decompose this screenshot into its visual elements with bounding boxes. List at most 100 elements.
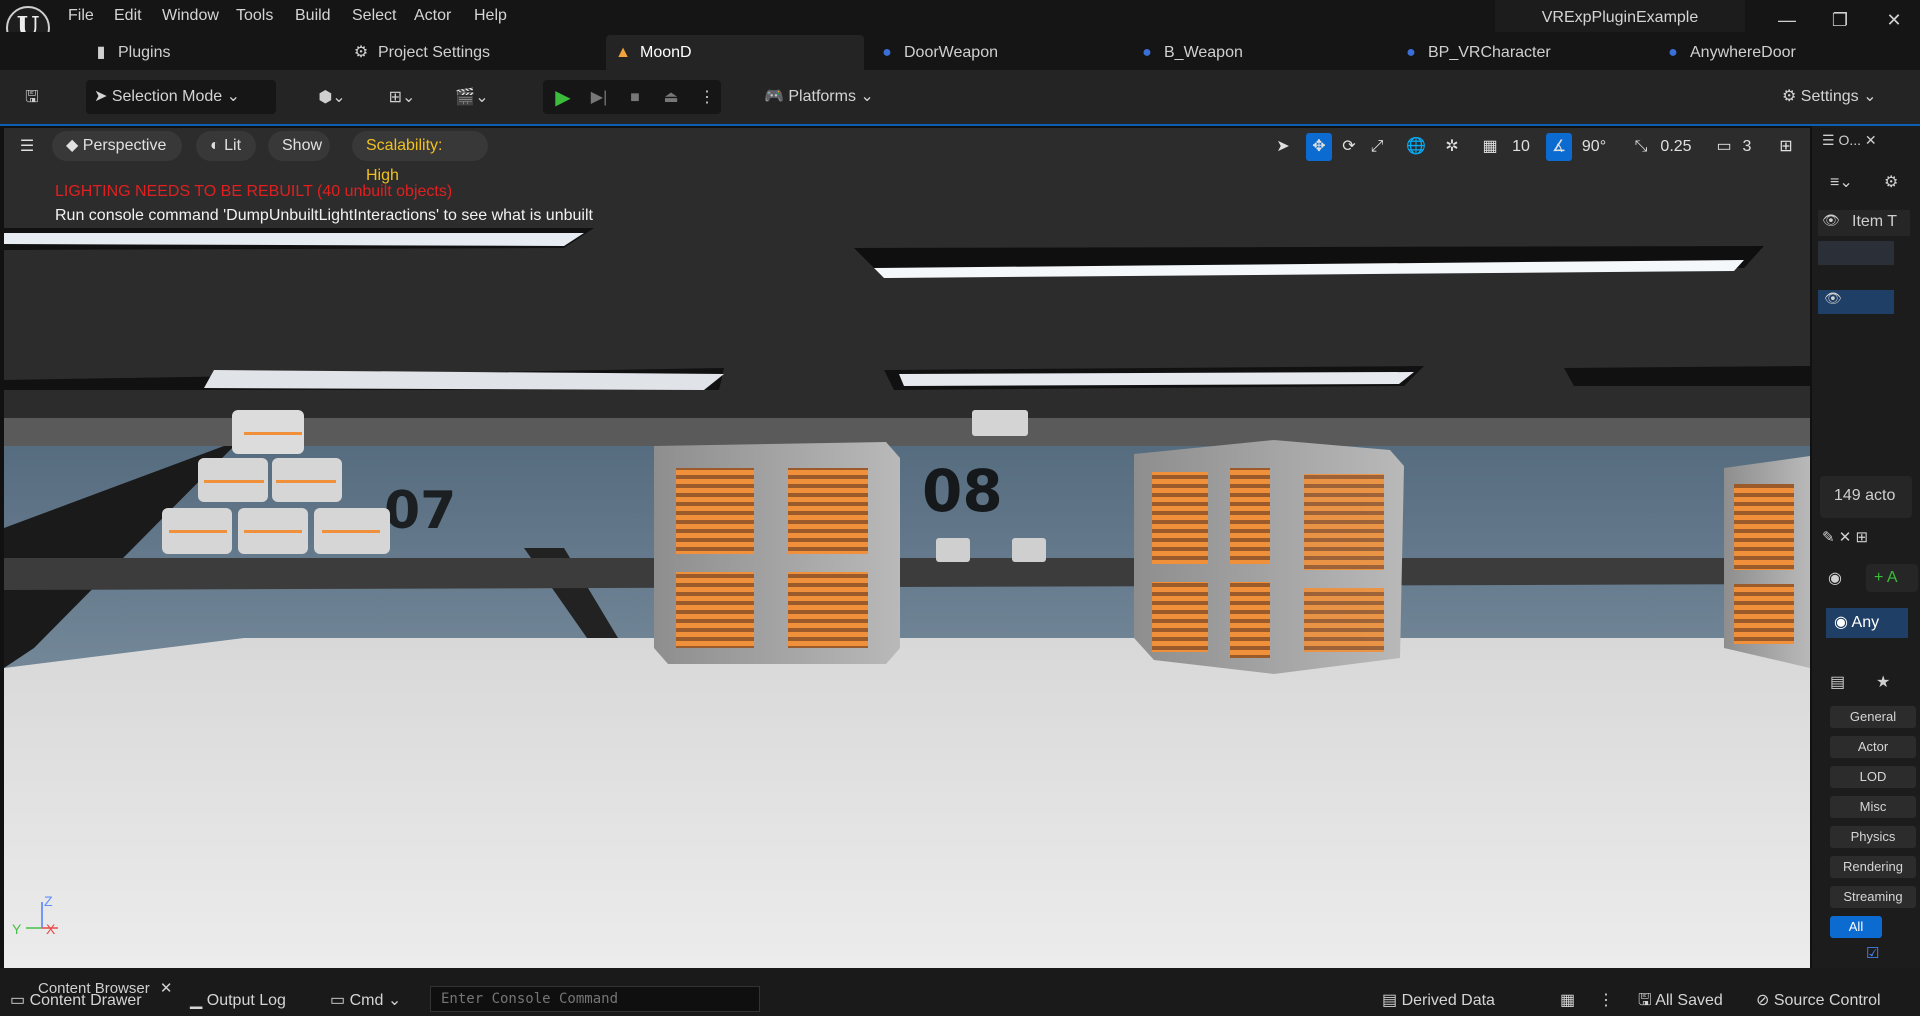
tab-anywheredoor[interactable]: ● AnywhereDoor bbox=[1664, 36, 1796, 70]
all-saved-button[interactable]: 🖫 All Saved bbox=[1638, 990, 1723, 1012]
camera-speed-icon[interactable]: ▭ bbox=[1712, 133, 1736, 161]
filter-rendering[interactable]: Rendering bbox=[1830, 856, 1916, 878]
show-button[interactable]: Show bbox=[268, 131, 330, 161]
gear-icon: ⚙ bbox=[353, 44, 369, 61]
axis-x-label: X bbox=[46, 921, 56, 937]
rotate-tool-icon[interactable]: ⟳ bbox=[1338, 133, 1360, 161]
axis-z-label: Z bbox=[44, 893, 53, 909]
actor-icon: ◉ bbox=[1828, 570, 1842, 587]
chevron-down-icon: ⌄ bbox=[1863, 88, 1877, 105]
world-space-icon[interactable]: 🌐 bbox=[1404, 133, 1428, 161]
visibility-eye-icon[interactable]: 👁 bbox=[1822, 212, 1840, 229]
scale-snap-icon[interactable]: ⤡ bbox=[1630, 133, 1652, 161]
minimize-button[interactable]: — bbox=[1773, 6, 1801, 34]
filter-misc[interactable]: Misc bbox=[1830, 796, 1916, 818]
cinematics-icon[interactable]: 🎬⌄ bbox=[452, 84, 492, 112]
outliner-tab[interactable]: ☰ O... ✕ bbox=[1822, 132, 1912, 154]
add-actor-icon[interactable]: ⬢⌄ bbox=[312, 84, 352, 112]
add-component-button[interactable]: + A bbox=[1866, 564, 1918, 592]
content-drawer-button[interactable]: ▭ Content Drawer bbox=[10, 990, 142, 1012]
more-options-icon[interactable]: ⋮ bbox=[687, 84, 727, 112]
play-icon[interactable]: ▶ bbox=[543, 84, 583, 112]
menu-actor[interactable]: Actor bbox=[414, 4, 451, 28]
derived-data-button[interactable]: ▤ Derived Data bbox=[1382, 990, 1495, 1012]
terminal-icon: ▭ bbox=[330, 992, 346, 1009]
blueprint-icon: ● bbox=[882, 44, 892, 61]
scale-tool-icon[interactable]: ⤢ bbox=[1366, 133, 1388, 161]
outliner-row-selected[interactable]: 👁 bbox=[1818, 290, 1894, 314]
close-window-button[interactable]: ✕ bbox=[1880, 6, 1908, 34]
item-label-column-header[interactable]: Item T bbox=[1852, 213, 1897, 231]
close-icon[interactable]: ✕ bbox=[1865, 132, 1877, 148]
lighting-rebuild-warning: LIGHTING NEEDS TO BE REBUILT (40 unbuilt… bbox=[55, 183, 453, 200]
viewport-options-icon[interactable]: ☰ bbox=[12, 133, 42, 161]
menu-build[interactable]: Build bbox=[295, 4, 331, 28]
filter-streaming[interactable]: Streaming bbox=[1830, 886, 1916, 908]
outliner-settings-icon[interactable]: ⚙ bbox=[1884, 172, 1898, 192]
step-icon[interactable]: ▶| bbox=[579, 84, 619, 112]
source-control-button[interactable]: ⊘ Source Control bbox=[1756, 990, 1881, 1012]
tab-plugins[interactable]: ▮ Plugins bbox=[92, 36, 171, 70]
property-matrix-icon[interactable]: ▤ bbox=[1830, 672, 1845, 692]
favorites-star-icon[interactable]: ★ bbox=[1876, 672, 1890, 692]
outliner-row[interactable] bbox=[1818, 241, 1894, 265]
scale-snap-value[interactable]: 0.25 bbox=[1654, 133, 1698, 161]
close-icon[interactable]: ✕ bbox=[160, 980, 173, 997]
stop-icon[interactable]: ■ bbox=[615, 84, 655, 112]
details-tab[interactable]: ✎ ✕ ⊞ bbox=[1822, 528, 1868, 546]
database-icon: ▤ bbox=[1382, 992, 1398, 1009]
filter-all[interactable]: All bbox=[1830, 916, 1882, 938]
tab-project-settings[interactable]: ⚙ Project Settings bbox=[352, 36, 490, 70]
glowing-crate bbox=[654, 442, 900, 664]
filter-general[interactable]: General bbox=[1830, 706, 1916, 728]
chevron-down-icon: ⌄ bbox=[860, 88, 874, 105]
eject-icon[interactable]: ⏏ bbox=[651, 84, 691, 112]
filter-lod[interactable]: LOD bbox=[1830, 766, 1916, 788]
cube-icon: ◆ bbox=[66, 137, 79, 154]
rotation-snap-icon[interactable]: ∡ bbox=[1546, 133, 1572, 161]
console-command-hint: Run console command 'DumpUnbuiltLightInt… bbox=[55, 207, 593, 224]
grid-snap-icon[interactable]: ▦ bbox=[1478, 133, 1502, 161]
menu-help[interactable]: Help bbox=[474, 4, 507, 28]
cmd-dropdown[interactable]: ▭ Cmd ⌄ bbox=[330, 990, 401, 1012]
tab-doorweapon[interactable]: ● DoorWeapon bbox=[878, 36, 998, 70]
settings-dropdown[interactable]: ⚙ Settings ⌄ bbox=[1782, 80, 1912, 114]
translate-tool-icon[interactable]: ✥ bbox=[1306, 133, 1332, 161]
blueprint-menu-icon[interactable]: ⊞⌄ bbox=[382, 84, 422, 112]
folder-icon: ▭ bbox=[10, 992, 26, 1009]
grid-size-value[interactable]: 10 bbox=[1504, 133, 1538, 161]
tab-b-weapon[interactable]: ● B_Weapon bbox=[1138, 36, 1243, 70]
perspective-button[interactable]: ◆ Perspective bbox=[52, 131, 182, 161]
tab-bp-vrcharacter[interactable]: ● BP_VRCharacter bbox=[1402, 36, 1551, 70]
blueprint-icon: ● bbox=[1668, 44, 1678, 61]
select-tool-icon[interactable]: ➤ bbox=[1272, 133, 1294, 161]
menu-edit[interactable]: Edit bbox=[114, 4, 142, 28]
menu-tools[interactable]: Tools bbox=[236, 4, 273, 28]
selected-component[interactable]: ◉ Any bbox=[1826, 608, 1908, 638]
trace-icon[interactable]: ▦ bbox=[1560, 990, 1575, 1012]
camera-speed-value[interactable]: 3 bbox=[1736, 133, 1758, 161]
selection-mode-dropdown[interactable]: ➤ Selection Mode ⌄ bbox=[86, 80, 276, 114]
output-log-button[interactable]: ▁ Output Log bbox=[190, 990, 286, 1012]
checkbox-icon[interactable]: ☑ bbox=[1866, 944, 1879, 962]
menu-file[interactable]: File bbox=[68, 4, 94, 28]
level-viewport[interactable]: 07 08 bbox=[4, 128, 1810, 968]
viewport-layout-icon[interactable]: ⊞ bbox=[1772, 133, 1800, 161]
level-icon: ▲ bbox=[615, 44, 631, 61]
restore-button[interactable]: ❐ bbox=[1826, 6, 1854, 34]
save-icon[interactable]: 🖫 bbox=[12, 84, 52, 112]
platforms-dropdown[interactable]: 🎮 Platforms ⌄ bbox=[758, 80, 898, 114]
menu-select[interactable]: Select bbox=[352, 4, 396, 28]
filter-physics[interactable]: Physics bbox=[1830, 826, 1916, 848]
visibility-eye-icon[interactable]: 👁 bbox=[1824, 290, 1842, 306]
lit-button[interactable]: ◐ Lit bbox=[196, 131, 256, 161]
tab-moond[interactable]: ▲ MoonD bbox=[614, 36, 692, 70]
status-more-icon[interactable]: ⋮ bbox=[1598, 990, 1614, 1012]
filter-icon[interactable]: ≡⌄ bbox=[1830, 172, 1853, 192]
menu-window[interactable]: Window bbox=[162, 4, 219, 28]
console-command-input[interactable] bbox=[430, 986, 760, 1012]
filter-actor[interactable]: Actor bbox=[1830, 736, 1916, 758]
surface-snap-icon[interactable]: ✲ bbox=[1440, 133, 1464, 161]
scalability-button[interactable]: Scalability: High bbox=[352, 131, 488, 184]
rotation-snap-value[interactable]: 90° bbox=[1574, 133, 1614, 161]
